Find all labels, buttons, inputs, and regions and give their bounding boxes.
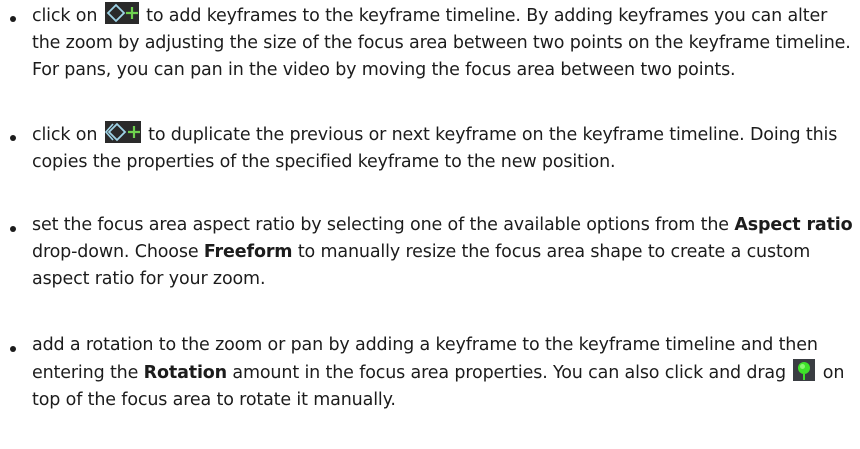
item-text-pre: click on [32,125,98,145]
bullet [10,346,16,352]
freeform-term: Freeform [203,242,293,262]
bullet [10,16,16,22]
aspect-ratio-term: Aspect ratio [734,215,853,235]
item-text-post: to add keyframes to the keyframe timelin… [32,6,851,80]
item-text: set the focus area aspect ratio by selec… [32,215,729,235]
duplicate-keyframe-icon [104,121,141,143]
list-item-text: add a rotation to the zoom or pan by add… [32,332,854,414]
rotation-term: Rotation [143,363,227,383]
bullet [10,226,16,232]
item-text: amount in the focus area properties. You… [232,363,786,383]
help-document: click on to add keyframes to the keyfram… [0,0,860,449]
list-item-text: click on to add keyframes to the keyfram… [32,2,854,84]
list-item-text: click on to duplicate the previous or ne… [32,121,854,176]
bullet [10,135,16,141]
item-text-post: to duplicate the previous or next keyfra… [32,125,838,172]
item-text-pre: click on [32,6,98,26]
rotate-handle-icon [793,359,816,381]
item-text: drop-down. Choose [32,242,199,262]
list-item-text: set the focus area aspect ratio by selec… [32,212,854,293]
add-keyframe-icon [104,2,139,24]
